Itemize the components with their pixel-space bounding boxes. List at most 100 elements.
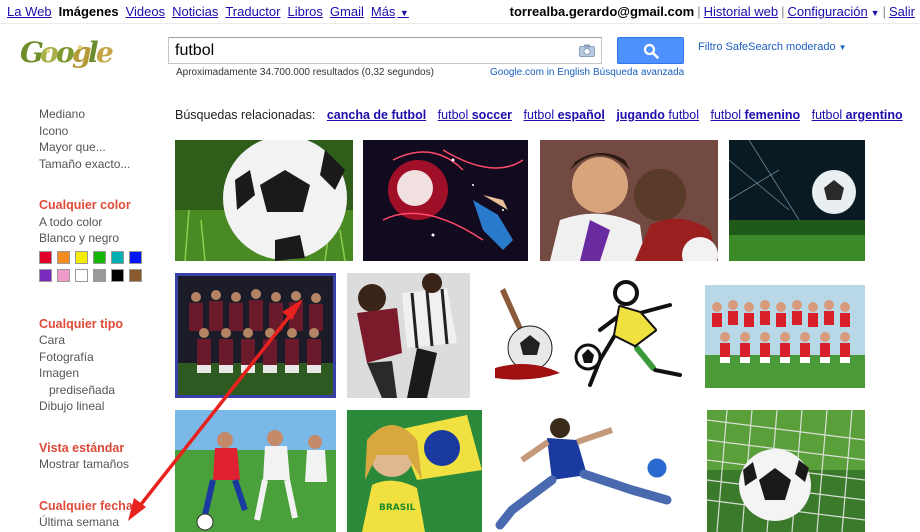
- related-link-text: futbol: [437, 108, 472, 122]
- nav-videos[interactable]: Videos: [126, 4, 166, 19]
- image-result[interactable]: [540, 140, 718, 261]
- english-link[interactable]: Google.com in English: [490, 67, 590, 78]
- size-icon[interactable]: Icono: [39, 123, 159, 140]
- type-any[interactable]: Cualquier tipo: [39, 316, 159, 333]
- related-link-text: cancha de futbol: [326, 108, 427, 122]
- color-swatch[interactable]: [93, 268, 106, 282]
- related-link[interactable]: futbol argentino: [812, 108, 903, 122]
- web-history-link[interactable]: Historial web: [704, 4, 778, 19]
- nav-news[interactable]: Noticias: [172, 4, 218, 19]
- type-clipart[interactable]: Imagen prediseñada: [39, 365, 159, 398]
- show-sizes[interactable]: Mostrar tamaños: [39, 456, 159, 473]
- related-link-bold: español: [557, 108, 605, 122]
- related-link-text: futbol: [710, 108, 745, 122]
- related-label: Búsquedas relacionadas:: [175, 108, 316, 122]
- top-nav: La Web Imágenes Videos Noticias Traducto…: [7, 4, 416, 19]
- cheerleaders-image: [705, 285, 865, 388]
- type-face[interactable]: Cara: [39, 332, 159, 349]
- color-swatch[interactable]: [75, 250, 88, 264]
- image-result[interactable]: [347, 273, 470, 398]
- related-link-text: futbol: [668, 108, 699, 122]
- color-swatch[interactable]: [39, 268, 52, 282]
- player-kick-image: [492, 410, 691, 532]
- ball-in-net-image: [707, 410, 865, 532]
- related-link[interactable]: futbol femenino: [710, 108, 800, 122]
- related-link-bold: femenino: [744, 108, 801, 122]
- image-result[interactable]: BRASIL: [347, 410, 482, 532]
- image-result[interactable]: [705, 285, 865, 388]
- related-link-bold: argentino: [845, 108, 903, 122]
- color-bw[interactable]: Blanco y negro: [39, 230, 159, 247]
- size-larger-than[interactable]: Mayor que...: [39, 139, 159, 156]
- nav-more[interactable]: Más ▼: [371, 4, 409, 19]
- search-button[interactable]: [617, 37, 684, 64]
- safesearch-filter[interactable]: Filtro SafeSearch moderado ▼: [698, 41, 847, 53]
- soccer-ball-grass-image: [175, 140, 353, 261]
- nav-gmail[interactable]: Gmail: [330, 4, 364, 19]
- ball-net-night-image: [729, 140, 865, 261]
- color-swatch[interactable]: [111, 268, 124, 282]
- signout-link[interactable]: Salir: [889, 4, 915, 19]
- color-swatch[interactable]: [93, 250, 106, 264]
- player-drawing-image: [570, 275, 695, 393]
- type-clipart-line1: Imagen: [39, 366, 80, 380]
- user-email: torrealba.gerardo@gmail.com: [509, 4, 695, 19]
- nav-images[interactable]: Imágenes: [59, 4, 119, 19]
- view-standard[interactable]: Vista estándar: [39, 440, 159, 457]
- advanced-search-link[interactable]: Búsqueda avanzada: [593, 67, 684, 78]
- caret-down-icon[interactable]: ▼: [871, 8, 880, 18]
- search-box: [168, 37, 602, 64]
- related-link[interactable]: futbol soccer: [438, 108, 512, 122]
- size-exact[interactable]: Tamaño exacto...: [39, 156, 159, 173]
- image-result[interactable]: [175, 140, 353, 261]
- date-any[interactable]: Cualquier fecha: [39, 498, 159, 515]
- nav-more-label: Más: [370, 4, 396, 19]
- safesearch-label: Filtro SafeSearch moderado: [698, 41, 836, 53]
- camera-icon[interactable]: [579, 44, 595, 57]
- image-result[interactable]: [570, 275, 695, 393]
- sidebar-filters: Mediano Icono Mayor que... Tamaño exacto…: [39, 106, 159, 531]
- image-result[interactable]: [363, 140, 528, 261]
- type-photo[interactable]: Fotografía: [39, 349, 159, 366]
- players-header-image: [540, 140, 718, 261]
- image-result[interactable]: [175, 410, 336, 532]
- color-swatch[interactable]: [111, 250, 124, 264]
- nav-web[interactable]: La Web: [7, 4, 52, 19]
- color-full[interactable]: A todo color: [39, 214, 159, 231]
- color-swatch[interactable]: [129, 268, 142, 282]
- size-medium[interactable]: Mediano: [39, 106, 159, 123]
- search-input[interactable]: [175, 41, 565, 61]
- image-result[interactable]: [490, 273, 565, 383]
- caret-down-icon: ▼: [397, 8, 409, 18]
- color-swatch[interactable]: [75, 268, 88, 282]
- color-any[interactable]: Cualquier color: [39, 197, 159, 214]
- divider: |: [882, 4, 886, 19]
- date-last-week[interactable]: Última semana: [39, 514, 159, 531]
- related-link[interactable]: cancha de futbol: [327, 108, 426, 122]
- related-link[interactable]: futbol español: [524, 108, 605, 122]
- nav-books[interactable]: Libros: [287, 4, 322, 19]
- google-logo[interactable]: G o o g l e: [18, 33, 118, 71]
- nav-translate[interactable]: Traductor: [225, 4, 280, 19]
- settings-link[interactable]: Configuración: [787, 4, 867, 19]
- related-link-text: futbol: [523, 108, 558, 122]
- related-link-bold: soccer: [471, 108, 513, 122]
- image-result-selected[interactable]: [175, 273, 336, 398]
- divider: |: [781, 4, 785, 19]
- color-swatch[interactable]: [57, 250, 70, 264]
- image-result[interactable]: [729, 140, 865, 261]
- image-result[interactable]: [707, 410, 865, 532]
- related-link[interactable]: jugando futbol: [616, 108, 699, 122]
- color-swatch[interactable]: [57, 268, 70, 282]
- image-result[interactable]: [492, 410, 691, 532]
- color-swatch[interactable]: [129, 250, 142, 264]
- type-lineart[interactable]: Dibujo lineal: [39, 398, 159, 415]
- color-swatch[interactable]: [39, 250, 52, 264]
- color-swatches: [39, 250, 159, 282]
- related-link-text: futbol: [811, 108, 846, 122]
- divider: |: [697, 4, 701, 19]
